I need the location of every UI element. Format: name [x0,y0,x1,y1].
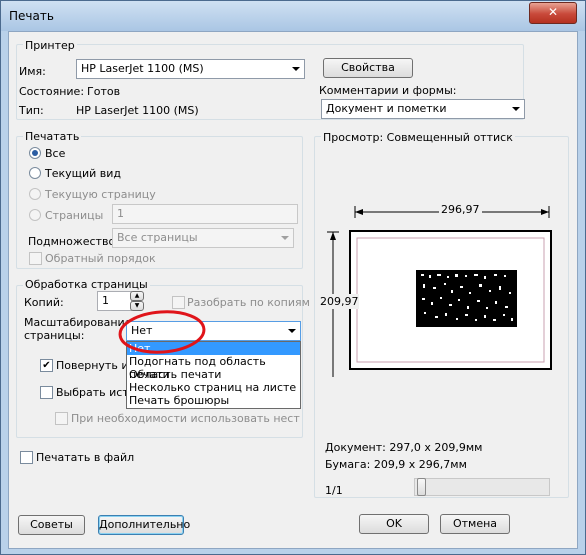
subset-value: Все страницы [117,231,198,244]
page-handling-title: Обработка страницы [23,278,150,291]
radio-pages-label: Страницы [45,209,104,222]
close-icon: ✕ [547,5,559,19]
preview-width-label: 296,97 [439,203,482,216]
printer-name-value: HP LaserJet 1100 (MS) [81,62,204,75]
status-value: Готов [87,85,121,98]
radio-current-page [29,188,41,200]
paper-info: Бумага: 209,9 x 296,7мм [325,458,467,471]
comments-select[interactable]: Документ и пометки [321,99,525,119]
close-button[interactable]: ✕ [529,2,577,24]
chevron-down-icon [281,236,289,240]
checkmark-icon: ✔ [42,360,51,371]
print-to-file-label: Печатать в файл [36,451,135,464]
radio-current-page-label: Текущую страницу [45,188,156,201]
cancel-button[interactable]: Отмена [440,514,510,534]
printer-name-select[interactable]: HP LaserJet 1100 (MS) [76,59,305,79]
preview-title: Просмотр: Совмещенный оттиск [321,131,515,144]
print-to-file-checkbox[interactable] [20,451,33,464]
tips-button[interactable]: Советы [18,515,85,535]
radio-current-view-label: Текущий вид [45,167,122,180]
chevron-down-icon [512,107,520,111]
radio-all-label: Все [45,147,66,160]
radio-pages [29,209,41,221]
document-info: Документ: 297,0 x 209,9мм [325,441,483,454]
page-counter: 1/1 [325,484,343,497]
preview-canvas [327,206,552,377]
type-value: HP LaserJet 1100 (MS) [76,104,199,117]
chevron-up-icon: ▲ [134,292,140,299]
print-dialog: Печать ✕ Принтер Имя: HP LaserJet 1100 (… [0,0,586,555]
window-title: Печать [9,9,54,23]
printer-group-title: Принтер [23,39,77,52]
preview-page-slider[interactable] [414,478,550,496]
subset-label: Подмножество: [28,235,119,248]
custom-size-label: При необходимости использовать нест [71,412,300,425]
advanced-button[interactable]: Дополнительно [98,515,190,535]
custom-size-checkbox [55,412,68,425]
scaling-option-print-area[interactable]: Область печати [127,368,300,381]
preview-height-label: 209,97 [320,294,359,309]
copies-up-button[interactable]: ▲ [130,291,144,301]
ok-button[interactable]: OK [359,514,429,534]
subset-select: Все страницы [112,228,294,248]
reverse-order-label: Обратный порядок [45,252,156,265]
scaling-option-fit[interactable]: Подогнать под область печати [127,355,300,381]
chevron-down-icon [288,329,296,333]
title-bar: Печать ✕ [1,1,585,31]
scaling-option-multiple-pages[interactable]: Несколько страниц на листе [127,381,300,394]
comments-value: Документ и пометки [326,102,447,115]
comments-label: Комментарии и формы: [319,84,457,97]
status-label: Состояние: [19,85,85,98]
rotate-checkbox[interactable]: ✔ [40,359,53,372]
chevron-down-icon [292,67,300,71]
scaling-label-line1: Масштабирование [24,316,132,329]
print-range-title: Печатать [23,130,82,143]
properties-button[interactable]: Свойства [323,58,413,78]
scaling-option-booklet[interactable]: Печать брошюры [127,394,300,407]
type-label: Тип: [19,104,44,117]
copies-label: Копий: [24,296,64,309]
annotation-ellipse [118,310,206,354]
choose-source-checkbox[interactable] [40,386,53,399]
pages-field: 1 [112,204,298,224]
radio-current-view[interactable] [29,167,41,179]
reverse-order-checkbox [29,252,42,265]
radio-all[interactable] [29,147,41,159]
slider-thumb[interactable] [417,478,426,496]
printer-name-label: Имя: [19,65,46,78]
dialog-body: Принтер Имя: HP LaserJet 1100 (MS) Свойс… [8,31,578,549]
scaling-label-line2: страницы: [24,329,85,342]
